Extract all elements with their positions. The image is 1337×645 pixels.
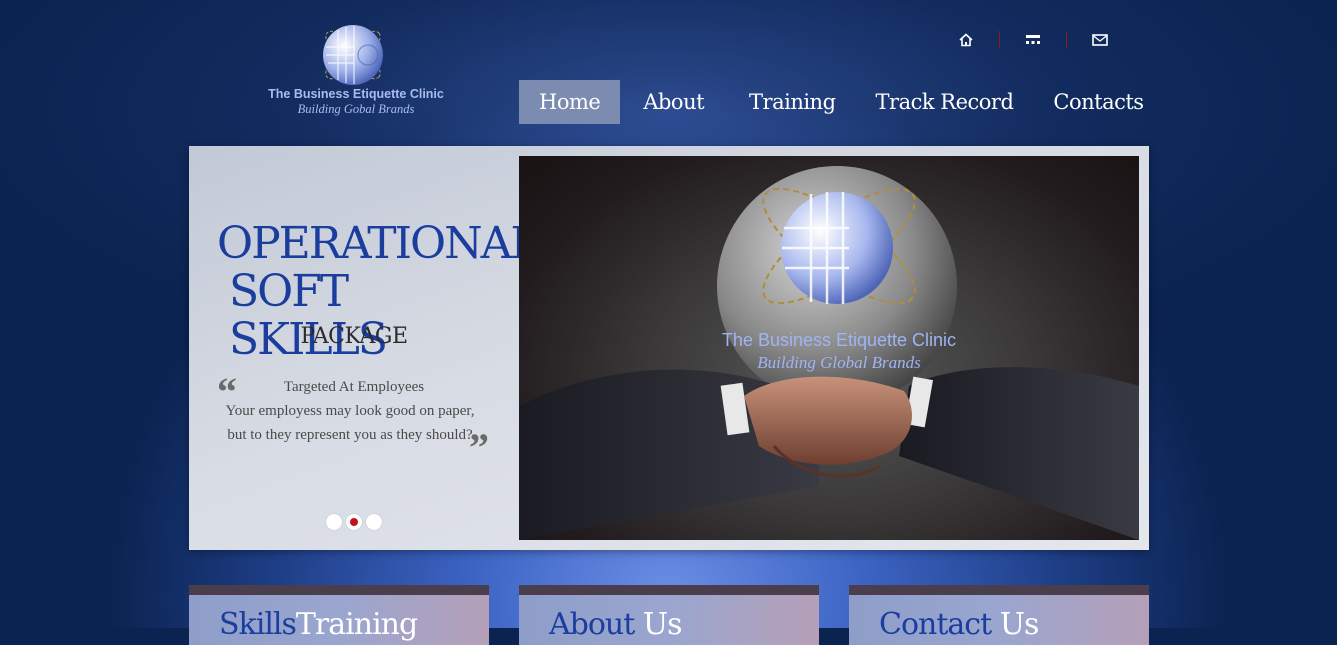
slider-pagination <box>326 514 386 530</box>
slide-image: The Business Etiquette Clinic Building G… <box>519 156 1139 540</box>
home-icon[interactable] <box>950 28 982 52</box>
image-brand-tagline: Building Global Brands <box>757 353 921 372</box>
box-title: SkillsTraining <box>219 607 418 642</box>
hero-slider: OPERATIONAL SOFT SKILLS PACKAGE “ Target… <box>189 146 1149 550</box>
slide-heading-line3: PACKAGE <box>300 324 408 349</box>
nav-about[interactable]: About <box>620 80 729 124</box>
nav-home[interactable]: Home <box>519 80 621 124</box>
globe-logo-icon <box>323 25 383 85</box>
logo-tagline: Building Gobal Brands <box>297 102 415 116</box>
nav-contacts[interactable]: Contacts <box>1033 80 1163 124</box>
box-title: About Us <box>549 607 683 642</box>
box-title: Contact Us <box>879 607 1039 642</box>
icon-divider <box>1066 31 1067 49</box>
quote-line-2: Your employess may look good on paper, <box>225 403 475 419</box>
quote-line-1: Targeted At Employees <box>283 379 425 395</box>
slide-text-panel: OPERATIONAL SOFT SKILLS PACKAGE “ Target… <box>189 146 540 550</box>
site-logo[interactable]: The Business Etiquette Clinic Building G… <box>255 22 455 122</box>
image-brand-title: The Business Etiquette Clinic <box>721 330 957 350</box>
slider-dot-2[interactable] <box>346 514 362 530</box>
nav-track-record[interactable]: Track Record <box>856 80 1034 124</box>
mail-icon[interactable] <box>1084 28 1116 52</box>
skills-training-box[interactable]: SkillsTraining <box>189 585 489 645</box>
slider-dot-3[interactable] <box>366 514 382 530</box>
slide-heading-line1: OPERATIONAL <box>217 218 540 269</box>
quote-line-3: but to they represent you as they should… <box>227 427 473 443</box>
close-quote-icon: ” <box>469 425 489 470</box>
icon-divider <box>999 31 1000 49</box>
slider-dot-1[interactable] <box>326 514 342 530</box>
about-us-box[interactable]: About Us <box>519 585 819 645</box>
main-nav: Home About Training Track Record Contact… <box>519 80 1164 124</box>
logo-title: The Business Etiquette Clinic <box>268 87 444 101</box>
top-icon-bar <box>950 28 1116 52</box>
sitemap-icon[interactable] <box>1017 28 1049 52</box>
slide-heading-line2: SOFT SKILLS <box>229 266 388 365</box>
contact-us-box[interactable]: Contact Us <box>849 585 1149 645</box>
nav-training[interactable]: Training <box>729 80 856 124</box>
